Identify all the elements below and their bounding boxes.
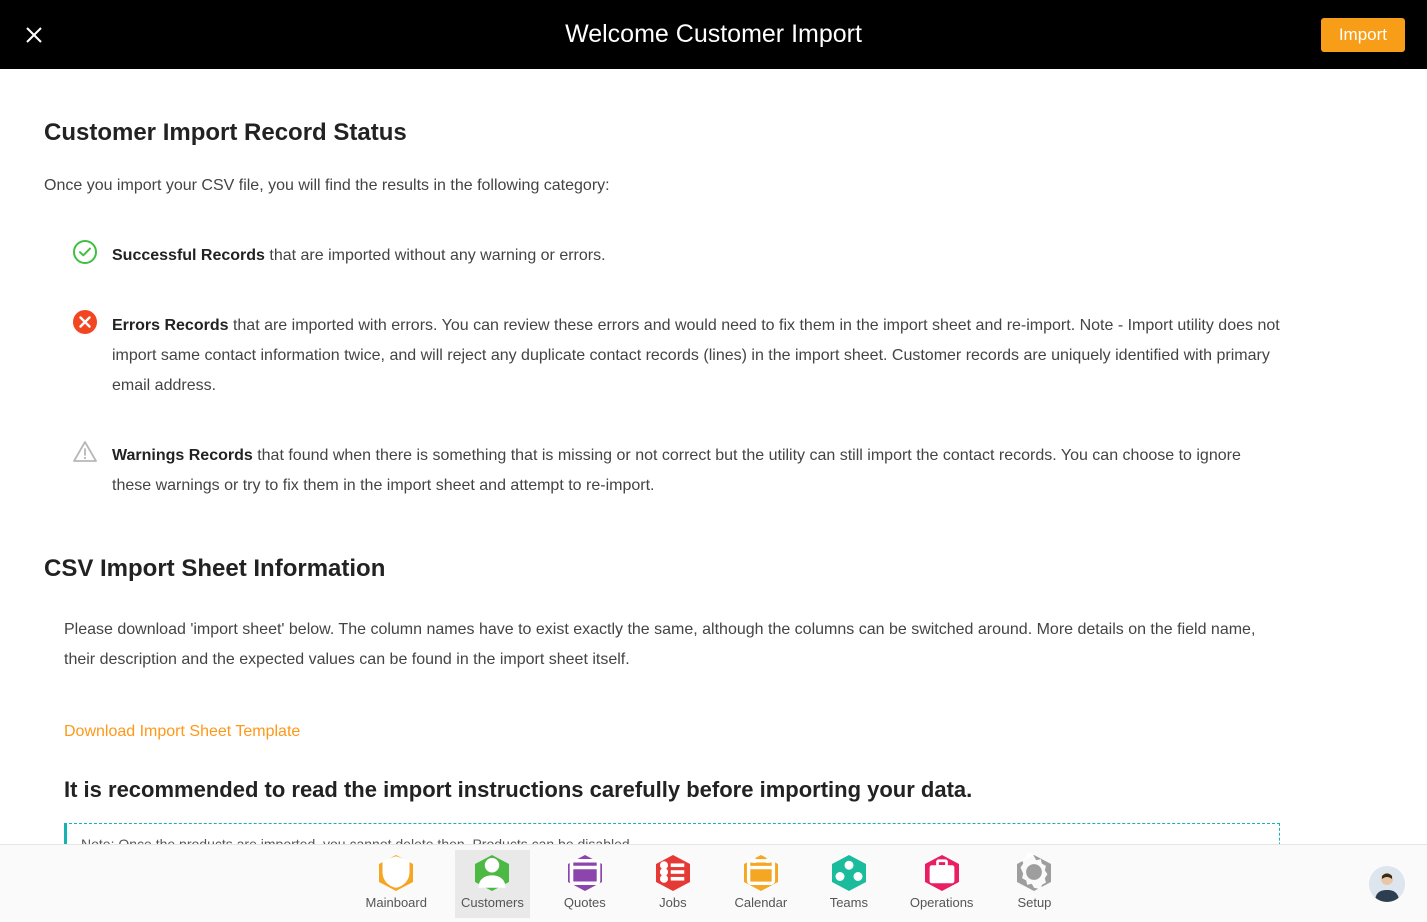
nav-teams[interactable]: Teams [816,850,882,918]
status-heading: Customer Import Record Status [44,119,1280,147]
status-text: Successful Records that are imported wit… [112,241,606,271]
status-desc: that are imported without any warning or… [265,247,606,264]
status-label: Warnings Records [112,447,253,464]
status-text: Warnings Records that found when there i… [112,441,1280,501]
status-item-error: Errors Records that are imported with er… [72,311,1280,401]
person-icon [474,857,510,889]
nav-customers[interactable]: Customers [455,850,530,918]
nav-jobs[interactable]: Jobs [640,850,706,918]
status-desc: that found when there is something that … [112,447,1241,494]
nav-label: Customers [461,895,524,910]
status-desc: that are imported with errors. You can r… [112,317,1280,394]
content-scroll[interactable]: Customer Import Record Status Once you i… [0,69,1427,844]
status-label: Successful Records [112,247,265,264]
shield-icon [378,857,414,889]
status-item-warning: Warnings Records that found when there i… [72,441,1280,501]
nav-label: Teams [830,895,868,910]
recommendation-text: It is recommended to read the import ins… [64,777,1280,803]
import-button[interactable]: Import [1321,18,1405,52]
error-icon [72,309,98,335]
nav-operations[interactable]: Operations [904,850,980,918]
bottom-nav: Mainboard Customers Quotes Jobs [0,844,1427,922]
status-list: Successful Records that are imported wit… [72,241,1280,501]
nav-quotes[interactable]: Quotes [552,850,618,918]
status-text: Errors Records that are imported with er… [112,311,1280,401]
nav-calendar[interactable]: Calendar [728,850,794,918]
download-template-link[interactable]: Download Import Sheet Template [64,723,300,741]
status-item-success: Successful Records that are imported wit… [72,241,1280,271]
quotes-icon [567,857,603,889]
csv-description: Please download 'import sheet' below. Th… [64,615,1280,675]
nav-label: Setup [1017,895,1051,910]
nav-label: Jobs [659,895,686,910]
nav-setup[interactable]: Setup [1001,850,1067,918]
user-avatar[interactable] [1369,866,1405,902]
nav-mainboard[interactable]: Mainboard [360,850,433,918]
calendar-icon [743,857,779,889]
csv-section: CSV Import Sheet Information Please down… [44,555,1280,844]
warning-icon [72,439,98,465]
nav-label: Operations [910,895,974,910]
status-intro: Once you import your CSV file, you will … [44,177,1280,195]
content-body: Customer Import Record Status Once you i… [0,69,1320,844]
nav-label: Calendar [734,895,787,910]
modal-header: Welcome Customer Import Import [0,0,1427,69]
nav-label: Mainboard [366,895,427,910]
briefcase-icon [924,857,960,889]
note-box: Note: Once the products are imported, yo… [64,823,1280,844]
csv-heading: CSV Import Sheet Information [44,555,1280,583]
modal-title: Welcome Customer Import [565,20,862,49]
gear-icon [1016,857,1052,889]
jobs-icon [655,857,691,889]
close-icon [24,25,44,45]
status-label: Errors Records [112,317,229,334]
nav-label: Quotes [564,895,606,910]
avatar-icon [1369,866,1405,902]
success-icon [72,239,98,265]
teams-icon [831,857,867,889]
close-button[interactable] [22,23,46,47]
